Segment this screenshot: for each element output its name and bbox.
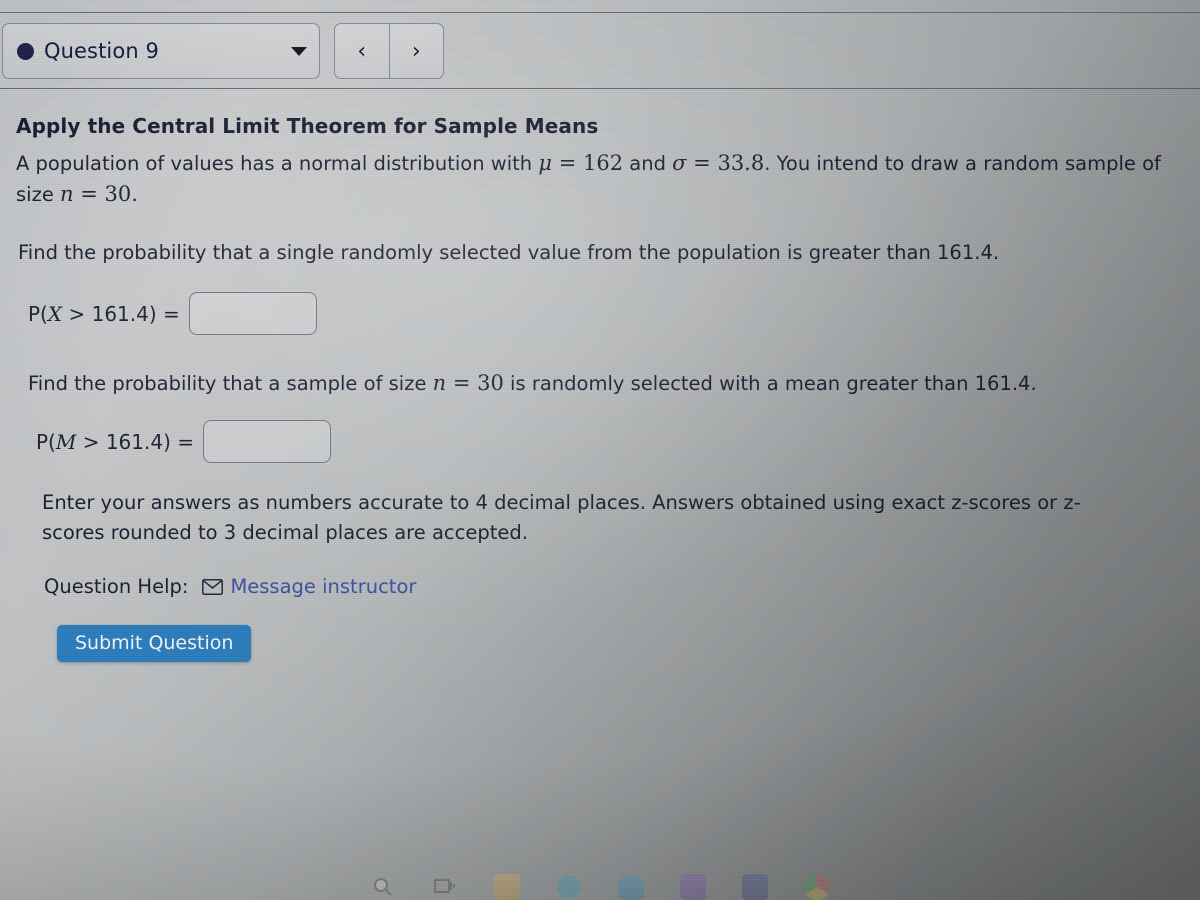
answer-label-sample-prefix: P( [36,429,56,454]
answer-label-single-suffix: > 161.4) = [62,301,180,326]
answer-input-single[interactable] [188,292,317,335]
purple-app-icon[interactable] [680,874,706,900]
top-divider [0,12,1200,13]
sigma-equals: = [686,151,718,175]
question-status-dot-icon [17,43,34,60]
n-value: 30 [104,182,132,206]
n-equals: = [73,182,105,206]
sigma-value: 33.8 [717,151,765,175]
envelope-icon [202,578,224,595]
answer-label-single-variable: X [47,301,63,326]
question-help-label: Question Help: [44,575,189,598]
mu-value: 162 [582,151,624,175]
prompt-sample-n-value: 30 [477,371,504,395]
submit-question-button[interactable]: Submit Question [57,625,252,662]
setup-text-1: A population of values has a normal dist… [16,152,539,175]
prompt-sample-mean: Find the probability that a sample of si… [28,368,1188,399]
prompt-sample-text-a: Find the probability that a sample of si… [28,372,433,395]
onedrive-icon[interactable] [618,874,644,900]
n-symbol: n [60,182,74,206]
edge-browser-icon[interactable] [556,874,582,900]
message-instructor-label: Message instructor [230,575,417,598]
message-instructor-link[interactable]: Message instructor [202,575,416,598]
next-question-button[interactable]: › [390,24,444,78]
search-icon[interactable] [370,874,396,900]
answer-label-sample-suffix: > 161.4) = [76,429,195,454]
answer-label-single-prefix: P( [28,301,48,326]
file-explorer-icon[interactable] [494,874,520,900]
previous-question-button[interactable]: ‹ [335,24,390,78]
mu-symbol: μ [538,151,553,175]
prompt-sample-equals: = [446,371,478,395]
microsoft-store-icon[interactable] [742,874,768,900]
question-navigation-group: ‹ › [334,23,444,79]
chevron-down-icon [291,46,307,56]
answer-row-single: P(X > 161.4) = [28,292,317,335]
question-title: Apply the Central Limit Theorem for Samp… [16,114,599,138]
mu-equals: = [552,151,583,175]
prompt-single-value: Find the probability that a single rando… [18,241,1000,264]
question-help-row: Question Help: Message instructor [44,575,416,598]
header-divider [0,88,1200,89]
sigma-symbol: σ [672,151,687,175]
answer-row-sample-mean: P(M > 161.4) = [36,420,332,463]
task-view-icon[interactable] [432,874,458,900]
answer-label-sample-variable: M [55,429,77,454]
chrome-browser-icon[interactable] [804,874,830,900]
prompt-sample-text-b: is randomly selected with a mean greater… [503,372,1037,395]
answer-input-sample-mean[interactable] [203,420,332,463]
accuracy-note: Enter your answers as numbers accurate t… [42,491,1081,544]
setup-text-4: . [131,182,138,206]
windows-taskbar [0,864,1200,900]
answer-label-sample-mean: P(M > 161.4) = [36,430,194,454]
question-header-bar: Question 9 ‹ › [0,20,1200,82]
question-selector-label: Question 9 [44,39,159,63]
question-setup-paragraph: A population of values has a normal dist… [16,148,1176,210]
question-selector-dropdown[interactable]: Question 9 [2,23,320,79]
photographed-screen: Question 9 ‹ › Apply the Central Limit T… [0,0,1200,900]
prompt-sample-n-symbol: n [432,371,447,395]
answer-label-single: P(X > 161.4) = [28,302,180,326]
setup-text-2: and [623,152,673,175]
